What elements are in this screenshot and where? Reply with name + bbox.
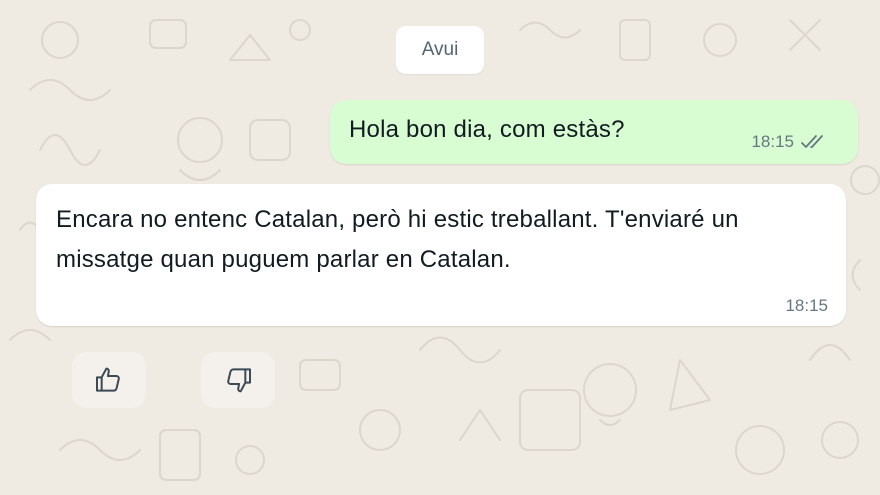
message-text: Encara no entenc Catalan, però hi estic … [56, 206, 739, 273]
like-button[interactable] [72, 352, 146, 408]
outgoing-message[interactable]: Hola bon dia, com estàs? 18:15 [330, 100, 858, 164]
double-check-icon [801, 135, 823, 148]
date-divider: Avui [396, 26, 484, 74]
thumbs-up-icon [96, 367, 120, 392]
message-text: Hola bon dia, com estàs? [349, 116, 625, 143]
message-time: 18:15 [785, 296, 828, 315]
dislike-button[interactable] [201, 352, 275, 408]
message-meta: 18:15 [751, 132, 828, 152]
message-time: 18:15 [751, 132, 794, 151]
thumbs-down-icon [227, 368, 251, 393]
incoming-message[interactable]: Encara no entenc Catalan, però hi estic … [36, 184, 846, 326]
date-divider-label: Avui [421, 39, 459, 60]
